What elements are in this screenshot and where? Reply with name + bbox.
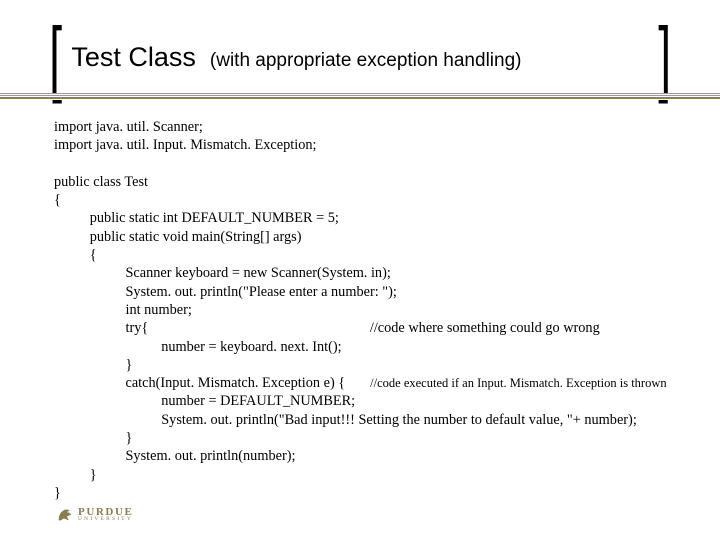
title-main: Test Class	[71, 42, 196, 73]
code-line: System. out. println("Bad input!!! Setti…	[54, 412, 637, 428]
code-line: Scanner keyboard = new Scanner(System. i…	[54, 265, 391, 281]
code-comment: //code executed if an Input. Mismatch. E…	[370, 376, 666, 390]
title-text: Test Class (with appropriate exception h…	[71, 42, 521, 73]
code-line: try{	[54, 320, 370, 336]
purdue-logo: PURDUE UNIVERSITY	[56, 506, 133, 524]
griffin-icon	[56, 506, 74, 524]
code-line: }	[54, 357, 132, 373]
code-line: }	[54, 485, 61, 501]
code-line: catch(Input. Mismatch. Exception e) {	[54, 375, 370, 391]
code-line: int number;	[54, 302, 192, 318]
code-line: number = keyboard. next. Int();	[54, 339, 342, 355]
code-line: }	[54, 467, 97, 483]
code-line: import java. util. Input. Mismatch. Exce…	[54, 137, 316, 153]
code-line: }	[54, 430, 132, 446]
code-line: public static void main(String[] args)	[54, 229, 302, 245]
code-line: number = DEFAULT_NUMBER;	[54, 393, 355, 409]
code-line: public static int DEFAULT_NUMBER = 5;	[54, 210, 339, 226]
logo-sub: UNIVERSITY	[78, 517, 133, 522]
code-line: System. out. println("Please enter a num…	[54, 284, 397, 300]
code-block: import java. util. Scanner; import java.…	[54, 118, 702, 502]
slide-title-bar: [ Test Class (with appropriate exception…	[54, 26, 666, 88]
right-bracket-icon: ]	[658, 32, 671, 82]
code-line: public class Test	[54, 174, 148, 190]
code-line: {	[54, 192, 61, 208]
horizontal-rule	[0, 93, 720, 100]
code-line: System. out. println(number);	[54, 448, 295, 464]
title-sub: (with appropriate exception handling)	[210, 50, 522, 72]
left-bracket-icon: [	[49, 32, 62, 82]
logo-text: PURDUE UNIVERSITY	[78, 508, 133, 522]
code-line: import java. util. Scanner;	[54, 119, 203, 135]
code-comment: //code where something could go wrong	[370, 320, 600, 336]
code-line: {	[54, 247, 97, 263]
